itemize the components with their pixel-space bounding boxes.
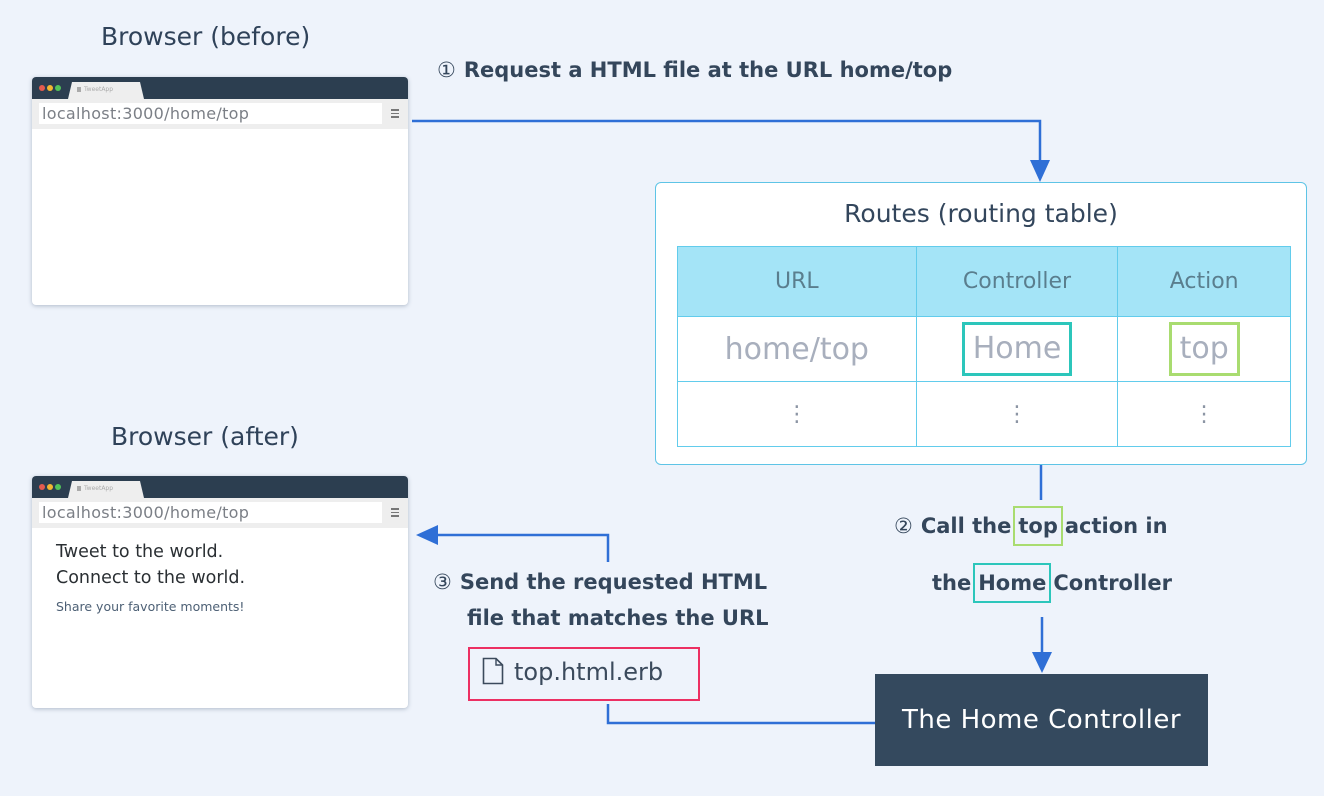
maximize-dot-icon[interactable] <box>55 85 61 91</box>
maximize-dot-icon[interactable] <box>55 484 61 490</box>
step2-controller-highlight: Home <box>973 563 1052 603</box>
column-header-action: Action <box>1117 246 1291 317</box>
arrow-response-head <box>416 525 438 545</box>
table-header-row: URL Controller Action <box>677 246 1291 317</box>
browser-after-title: Browser (after) <box>111 422 299 451</box>
url-input[interactable]: localhost:3000/home/top <box>39 103 382 124</box>
hamburger-menu-icon[interactable] <box>391 109 399 118</box>
browser-tab[interactable]: TweetApp <box>68 481 144 498</box>
ellipsis-cell: ⋮ <box>677 381 917 447</box>
home-controller-box: The Home Controller <box>875 674 1208 766</box>
browser-before: TweetApp localhost:3000/home/top <box>32 77 408 305</box>
address-bar: localhost:3000/home/top <box>32 498 408 528</box>
file-icon <box>482 657 504 685</box>
cell-url: home/top <box>677 316 917 382</box>
step2-caption-line2: the Home Controller <box>932 563 1172 603</box>
tab-label: TweetApp <box>84 86 114 93</box>
connector-controller-to-file <box>606 704 875 725</box>
step2-line2-prefix: the <box>932 571 972 595</box>
browser-after: TweetApp localhost:3000/home/top Tweet t… <box>32 476 408 708</box>
hero-subtitle: Share your favorite moments! <box>56 599 245 614</box>
step1-number: ① <box>437 58 456 82</box>
table-row: home/top Home top <box>677 316 1291 382</box>
controller-label: The Home Controller <box>901 705 1182 735</box>
arrow-call-controller-head <box>1032 652 1052 673</box>
minimize-dot-icon[interactable] <box>47 484 53 490</box>
browser-tab[interactable]: TweetApp <box>68 82 144 99</box>
step2-caption-line1: ② Call the top action in <box>894 506 1168 546</box>
step1-text: Request a HTML file at the URL home/top <box>463 58 953 82</box>
browser-page-content: Tweet to the world. Connect to the world… <box>32 528 408 614</box>
column-header-controller: Controller <box>915 246 1119 317</box>
tab-label: TweetApp <box>84 485 114 492</box>
step3-number: ③ <box>433 570 452 594</box>
page-icon <box>77 486 81 491</box>
routes-box: Routes (routing table) URL Controller Ac… <box>655 182 1307 465</box>
hero-line-2: Connect to the world. <box>56 568 246 588</box>
step2-action-highlight: top <box>1013 506 1063 546</box>
step1-caption: ① Request a HTML file at the URL home/top <box>437 58 952 82</box>
controller-highlight: Home <box>961 322 1073 376</box>
step2-line2-suffix: Controller <box>1053 571 1172 595</box>
file-box: top.html.erb <box>468 647 700 701</box>
browser-titlebar: TweetApp <box>32 476 408 498</box>
url-input[interactable]: localhost:3000/home/top <box>39 502 382 523</box>
routes-title: Routes (routing table) <box>844 199 1118 228</box>
action-highlight: top <box>1168 322 1240 376</box>
cell-url-value: home/top <box>724 331 869 367</box>
step2-line1-prefix: Call the <box>920 514 1012 538</box>
step3-line1: Send the requested HTML <box>459 570 768 594</box>
browser-titlebar: TweetApp <box>32 77 408 99</box>
browser-before-title: Browser (before) <box>101 22 311 51</box>
page-icon <box>77 87 81 92</box>
arrow-request <box>412 119 1042 168</box>
step3-caption-line2: file that matches the URL <box>467 606 769 630</box>
minimize-dot-icon[interactable] <box>47 85 53 91</box>
address-bar: localhost:3000/home/top <box>32 99 408 129</box>
cell-controller: Home <box>915 316 1119 382</box>
file-name: top.html.erb <box>514 658 664 686</box>
ellipsis-cell: ⋮ <box>915 381 1119 447</box>
routing-table: URL Controller Action home/top Home top … <box>677 246 1291 447</box>
close-dot-icon[interactable] <box>39 484 45 490</box>
ellipsis-cell: ⋮ <box>1117 381 1291 447</box>
arrow-response <box>432 533 610 562</box>
step3-caption-line1: ③ Send the requested HTML <box>433 570 767 594</box>
hero-line-1: Tweet to the world. <box>56 542 224 562</box>
arrow-request-head <box>1030 160 1050 182</box>
table-row: ⋮ ⋮ ⋮ <box>677 381 1291 447</box>
close-dot-icon[interactable] <box>39 85 45 91</box>
cell-action: top <box>1117 316 1291 382</box>
column-header-url: URL <box>677 246 917 317</box>
step2-line1-suffix: action in <box>1064 514 1168 538</box>
step2-number: ② <box>894 514 913 538</box>
hamburger-menu-icon[interactable] <box>391 508 399 517</box>
